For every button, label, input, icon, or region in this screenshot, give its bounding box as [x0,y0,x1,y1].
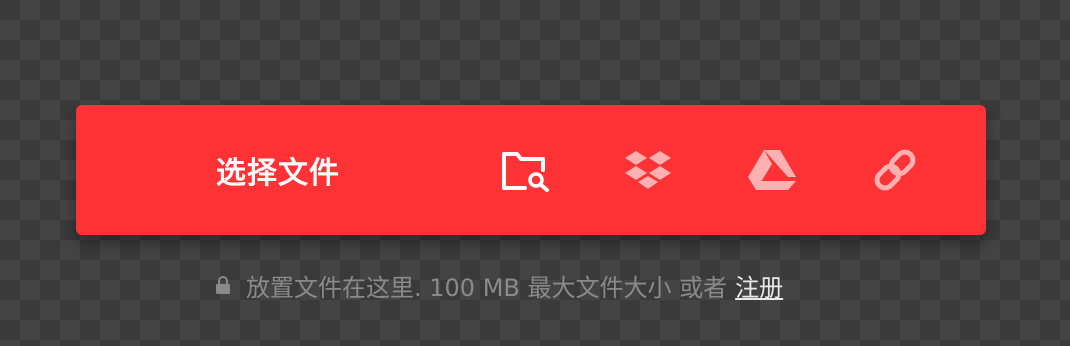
upload-bar: 选择文件 [76,105,986,235]
choose-file-button[interactable]: 选择文件 [216,105,340,235]
link-icon [874,149,916,191]
dropbox-icon [625,151,671,189]
drop-hint-text: 放置文件在这里. 100 MB 最大文件大小 或者 [246,273,728,302]
folder-search-icon [502,152,549,192]
google-drive-icon [748,150,796,190]
drop-hint: 放置文件在这里. 100 MB 最大文件大小 或者 注册 [214,268,783,302]
lock-icon [214,275,232,295]
link-button[interactable] [869,146,921,194]
google-drive-button[interactable] [746,146,798,194]
signup-link[interactable]: 注册 [735,268,783,303]
dropbox-button[interactable] [622,146,674,194]
choose-from-device-button[interactable] [500,146,552,194]
